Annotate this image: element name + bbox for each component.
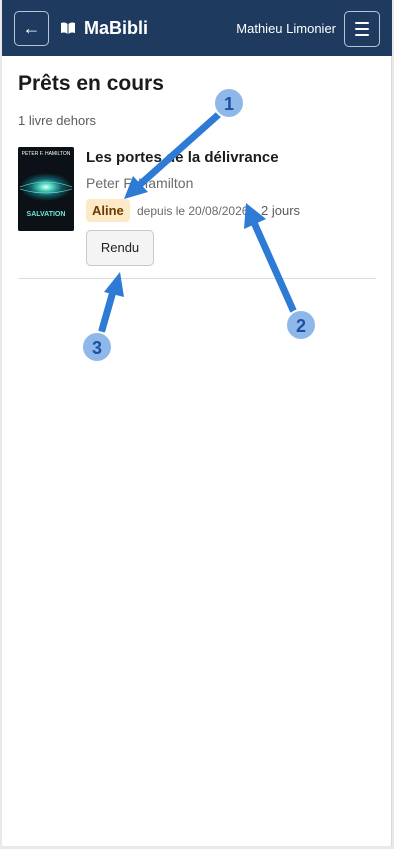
navbar: ← MaBibli Mathieu Limonier [2, 0, 392, 56]
book-cover-art: PETER F. HAMILTON SALVATION [18, 147, 74, 231]
cover-title: SALVATION [27, 211, 66, 218]
loan-duration: 2 jours [261, 203, 301, 218]
open-book-icon [61, 22, 75, 34]
divider [18, 278, 376, 279]
book-cover[interactable]: PETER F. HAMILTON SALVATION [18, 147, 74, 231]
book-title[interactable]: Les portes de la délivrance [86, 149, 279, 166]
user-name[interactable]: Mathieu Limonier [236, 21, 336, 36]
borrower-badge: Aline [86, 199, 130, 222]
loan-since-date: depuis le 20/08/2026 [137, 204, 249, 218]
app-screen: ← MaBibli Mathieu Limonier Prêts en cour… [2, 0, 392, 846]
menu-button[interactable] [344, 11, 380, 47]
loan-count: 1 livre dehors [18, 113, 97, 128]
page-title: Prêts en cours [18, 72, 164, 95]
returned-button[interactable]: Rendu [86, 230, 154, 266]
book-author: Peter F. Hamilton [86, 175, 194, 191]
back-button[interactable]: ← [14, 11, 49, 46]
brand-name: MaBibli [84, 17, 149, 38]
brand[interactable]: MaBibli [60, 17, 148, 39]
cover-author: PETER F. HAMILTON [22, 151, 71, 157]
back-arrow-icon: ← [22, 18, 41, 38]
hamburger-menu-icon [355, 22, 369, 24]
